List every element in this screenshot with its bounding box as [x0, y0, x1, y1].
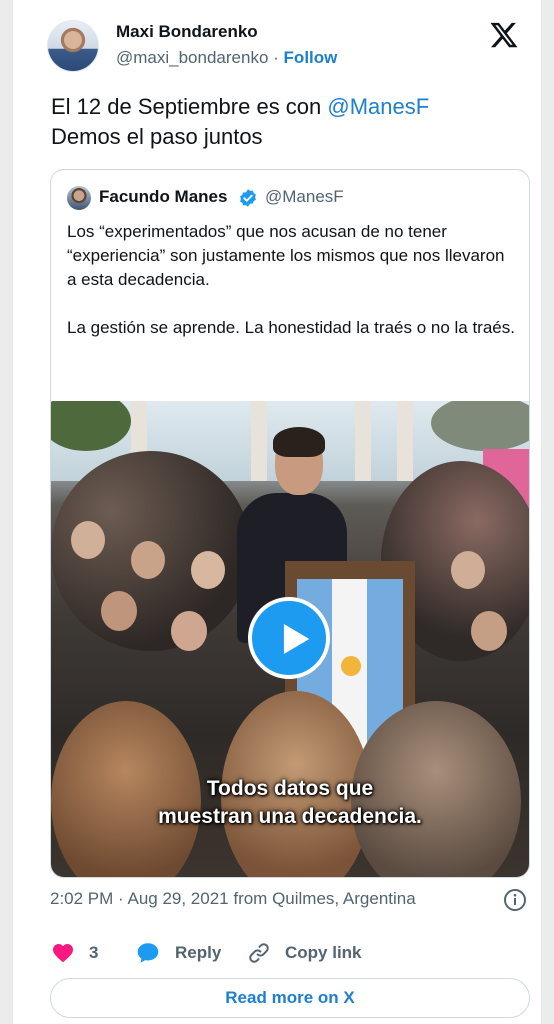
reply-button[interactable]: Reply [135, 938, 221, 968]
quoted-author-handle[interactable]: @ManesF [265, 187, 344, 207]
tweet-text: El 12 de Septiembre es con @ManesF Demos… [51, 92, 521, 152]
tweet-header: Maxi Bondarenko @maxi_bondarenko · Follo… [47, 14, 527, 78]
play-icon [283, 623, 310, 655]
quoted-text: Los “experimentados” que nos acusan de n… [67, 220, 517, 364]
video-scene-column [251, 401, 267, 481]
video-scene-person [171, 611, 207, 651]
play-button[interactable] [248, 597, 330, 679]
video-scene-person [471, 611, 507, 651]
video-scene-person [101, 591, 137, 631]
video-caption-line-1: Todos datos que [206, 777, 374, 800]
quoted-tweet[interactable]: Facundo Manes @ManesF Los “experimentado… [50, 169, 530, 878]
video-caption-line-2: muestran una decadencia. [158, 805, 422, 828]
video-player[interactable]: Todos datos que muestran una decadencia. [51, 401, 529, 877]
verified-badge-icon [240, 189, 256, 207]
copy-link-label: Copy link [285, 943, 362, 962]
like-button[interactable]: 3 [51, 938, 98, 968]
tweet-timestamp[interactable]: 2:02 PM · Aug 29, 2021 from Quilmes, Arg… [50, 889, 416, 909]
author-handle[interactable]: @maxi_bondarenko [116, 48, 268, 67]
info-icon[interactable] [503, 888, 527, 912]
video-scene-person [131, 541, 165, 579]
quoted-author-name[interactable]: Facundo Manes [99, 187, 227, 207]
link-icon [249, 943, 269, 963]
video-scene-person [451, 551, 485, 589]
video-scene-speaker-hair [273, 427, 325, 457]
tweet-text-prefix: El 12 de Septiembre es con [51, 94, 328, 119]
follow-link[interactable]: Follow [284, 48, 338, 67]
author-avatar[interactable] [47, 20, 99, 72]
x-logo-icon[interactable] [489, 20, 519, 50]
video-scene-flag-sun [341, 656, 361, 676]
like-count: 3 [89, 943, 99, 962]
author-handle-row: @maxi_bondarenko · Follow [116, 48, 337, 68]
quoted-paragraph-1: Los “experimentados” que nos acusan de n… [67, 222, 505, 289]
video-scene-person [71, 521, 105, 559]
mention-link[interactable]: @ManesF [327, 94, 429, 119]
video-scene-column [355, 401, 371, 481]
reply-label: Reply [175, 943, 222, 962]
quoted-author-avatar[interactable] [67, 186, 91, 210]
tweet-actions: 3 Reply Copy link [51, 938, 531, 968]
video-scene-column [397, 401, 413, 481]
author-name[interactable]: Maxi Bondarenko [116, 22, 258, 42]
handle-separator: · [273, 48, 279, 67]
copy-link-button[interactable]: Copy link [247, 938, 362, 968]
tweet-text-line-2: Demos el paso juntos [51, 124, 263, 149]
read-more-button[interactable]: Read more on X [50, 978, 530, 1018]
reply-bubble-icon [137, 943, 159, 963]
quoted-paragraph-2: La gestión se aprende. La honestidad la … [67, 318, 515, 337]
heart-icon [53, 944, 73, 963]
video-scene-person [191, 551, 225, 589]
tweet-text-line-1: El 12 de Septiembre es con @ManesF [51, 92, 521, 122]
tweet-card: Maxi Bondarenko @maxi_bondarenko · Follo… [12, 0, 542, 1024]
video-caption: Todos datos que muestran una decadencia. [51, 775, 529, 831]
